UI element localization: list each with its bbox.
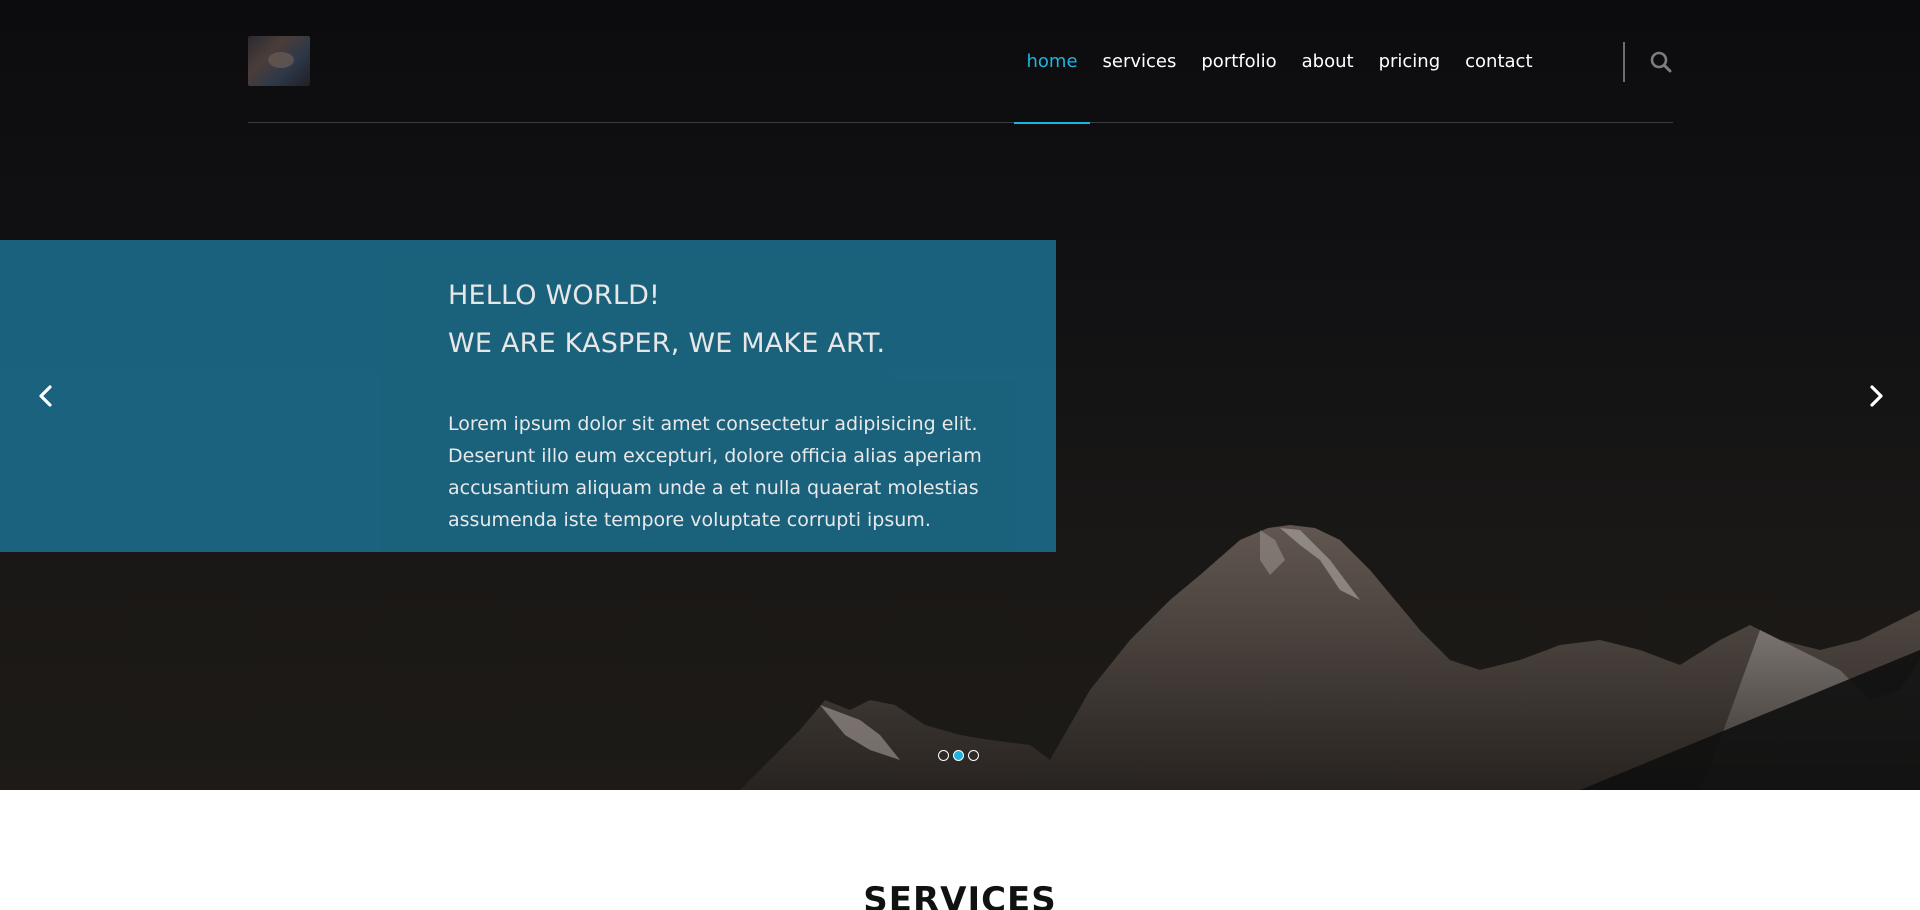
next-slide-button[interactable] [1864,383,1888,409]
services-title: SERVICES [863,880,1057,910]
main-nav: home services portfolio about pricing co… [1013,0,1545,124]
prev-slide-button[interactable] [34,383,58,409]
nav-about[interactable]: about [1289,0,1366,123]
slide-indicator-3[interactable] [968,750,979,761]
hero-slider: home services portfolio about pricing co… [0,0,1920,790]
slide-title-line2: WE ARE KASPER, WE MAKE ART. [448,328,886,359]
nav-services[interactable]: services [1090,0,1189,123]
slide-text: Lorem ipsum dolor sit amet consectetur a… [448,413,982,531]
site-header: home services portfolio about pricing co… [248,0,1673,124]
nav-pricing[interactable]: pricing [1366,0,1453,123]
search-button[interactable] [1649,50,1673,74]
search-icon [1650,51,1672,73]
slide-title-line1: HELLO WORLD! [448,280,661,311]
slide-indicators [938,750,979,761]
nav-home[interactable]: home [1013,0,1091,124]
chevron-right-icon [1870,385,1883,407]
slide-indicator-1[interactable] [938,750,949,761]
nav-divider [1623,42,1625,82]
chevron-left-icon [39,385,52,407]
logo[interactable] [248,36,310,86]
slide-title: HELLO WORLD! WE ARE KASPER, WE MAKE ART. [448,272,1028,368]
nav-contact[interactable]: contact [1453,0,1545,123]
nav-portfolio[interactable]: portfolio [1189,0,1289,123]
slide-caption: HELLO WORLD! WE ARE KASPER, WE MAKE ART.… [0,240,1056,552]
slide-indicator-2[interactable] [953,750,964,761]
